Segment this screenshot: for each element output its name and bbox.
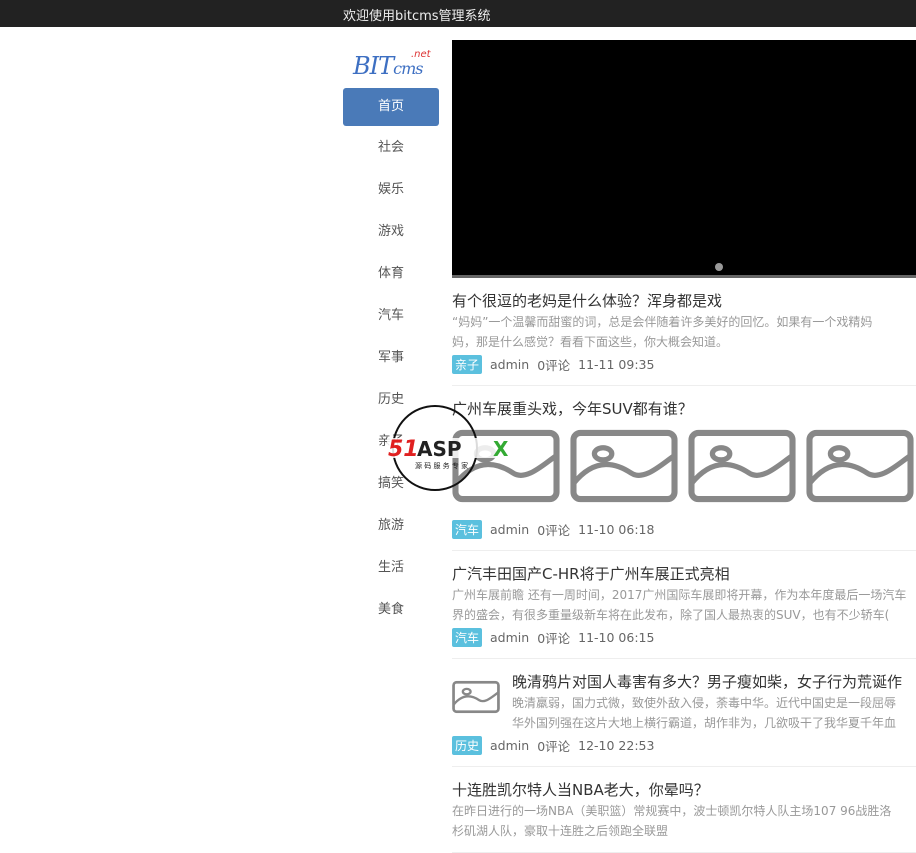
svg-text:源 码 服 务 专 家: 源 码 服 务 专 家 [415, 461, 468, 470]
article-desc: “妈妈”一个温馨而甜蜜的词，总是会伴随着许多美好的回忆。如果有一个戏精妈 [452, 315, 873, 329]
category-tag[interactable]: 汽车 [452, 628, 483, 647]
article-title[interactable]: 广州车展重头戏，今年SUV都有谁？ [452, 398, 916, 420]
nav-item-games[interactable]: 游戏 [343, 213, 439, 255]
carousel-indicator[interactable] [715, 263, 723, 271]
nav-item-travel[interactable]: 旅游 [343, 507, 439, 549]
carousel[interactable] [452, 40, 916, 278]
article-desc: 界的盛会，有很多重量级新车将在此发布，除了国人最热衷的SUV，也有不少轿车( [452, 608, 890, 622]
nav-item-entertainment[interactable]: 娱乐 [343, 171, 439, 213]
image-placeholder-icon [688, 426, 796, 506]
nav-item-life[interactable]: 生活 [343, 549, 439, 591]
timestamp: 11-10 06:15 [578, 630, 655, 645]
article-item[interactable]: 晚清鸦片对国人毒害有多大？男子瘦如柴，女子行为荒诞作 晚清羸弱，国力式微，致使外… [452, 659, 916, 767]
article-item[interactable]: 有个很逗的老妈是什么体验？浑身都是戏 “妈妈”一个温馨而甜蜜的词，总是会伴随着许… [452, 278, 916, 386]
comment-count: 0评论 [537, 358, 571, 373]
nav-item-military[interactable]: 军事 [343, 339, 439, 381]
article-title[interactable]: 晚清鸦片对国人毒害有多大？男子瘦如柴，女子行为荒诞作 [512, 671, 916, 693]
logo-suffix: .net [411, 49, 431, 60]
article-title[interactable]: 有个很逗的老妈是什么体验？浑身都是戏 [452, 290, 916, 312]
article-item[interactable]: 广州车展重头戏，今年SUV都有谁？ 汽车 admin 0评论 11-10 06:18 [452, 386, 916, 551]
article-title[interactable]: 十连胜凯尔特人当NBA老大，你晕吗？ [452, 779, 916, 801]
article-desc: 华外国列强在这片大地上横行霸道，胡作非为，几欲吸干了我华夏千年血 [512, 716, 897, 730]
svg-text:ASP: ASP [417, 437, 462, 461]
timestamp: 12-10 22:53 [578, 738, 655, 753]
article-desc: 广州车展前瞻 还有一周时间，2017广州国际车展即将开幕，作为本年度最后一场汽车 [452, 588, 907, 602]
watermark-logo: 51 ASP X 源 码 服 务 专 家 [387, 405, 513, 491]
logo-sub: cms [393, 59, 423, 78]
comment-count: 0评论 [537, 631, 571, 646]
timestamp: 11-10 06:18 [578, 522, 655, 537]
main-content: 有个很逗的老妈是什么体验？浑身都是戏 “妈妈”一个温馨而甜蜜的词，总是会伴随着许… [452, 40, 916, 853]
nav-item-society[interactable]: 社会 [343, 129, 439, 171]
category-nav: 首页 社会 娱乐 游戏 体育 汽车 军事 历史 亲子 搞笑 旅游 生活 美食 [343, 88, 439, 633]
article-item[interactable]: 广汽丰田国产C-HR将于广州车展正式亮相 广州车展前瞻 还有一周时间，2017广… [452, 551, 916, 659]
comment-count: 0评论 [537, 523, 571, 538]
nav-item-auto[interactable]: 汽车 [343, 297, 439, 339]
category-tag[interactable]: 汽车 [452, 520, 483, 539]
nav-item-home[interactable]: 首页 [343, 88, 439, 126]
article-desc: 晚清羸弱，国力式微，致使外敌入侵，荼毒中华。近代中国史是一段屈辱 [512, 696, 897, 710]
svg-text:51: 51 [388, 437, 419, 462]
nav-item-sports[interactable]: 体育 [343, 255, 439, 297]
article-desc: 杉矶湖人队，豪取十连胜之后领跑全联盟 [452, 824, 669, 838]
article-title[interactable]: 广汽丰田国产C-HR将于广州车展正式亮相 [452, 563, 916, 585]
comment-count: 0评论 [537, 739, 571, 754]
category-tag[interactable]: 历史 [452, 736, 483, 755]
svg-text:X: X [493, 437, 509, 461]
sidebar: BITcms .net 首页 社会 娱乐 游戏 体育 汽车 军事 历史 亲子 搞… [343, 40, 439, 633]
article-item[interactable]: 十连胜凯尔特人当NBA老大，你晕吗？ 在昨日进行的一场NBA（美职篮）常规赛中，… [452, 767, 916, 853]
author: admin [490, 522, 530, 537]
article-desc: 在昨日进行的一场NBA（美职篮）常规赛中，波士顿凯尔特人队主场107 96战胜洛 [452, 804, 892, 818]
bitcms-logo[interactable]: BITcms .net [343, 40, 439, 84]
image-placeholder-icon [570, 426, 678, 506]
timestamp: 11-11 09:35 [578, 357, 655, 372]
nav-item-food[interactable]: 美食 [343, 591, 439, 633]
category-tag[interactable]: 亲子 [452, 355, 483, 374]
welcome-title: 欢迎使用bitcms管理系统 [343, 9, 491, 24]
author: admin [490, 630, 530, 645]
image-placeholder-icon [806, 426, 914, 506]
logo-main: BIT [353, 52, 394, 80]
image-placeholder-icon [452, 675, 500, 719]
article-desc: 妈，那是什么感觉？看看下面这些，你大概会知道。 [452, 335, 729, 349]
author: admin [490, 738, 530, 753]
top-bar: 欢迎使用bitcms管理系统 [0, 0, 916, 27]
author: admin [490, 357, 530, 372]
